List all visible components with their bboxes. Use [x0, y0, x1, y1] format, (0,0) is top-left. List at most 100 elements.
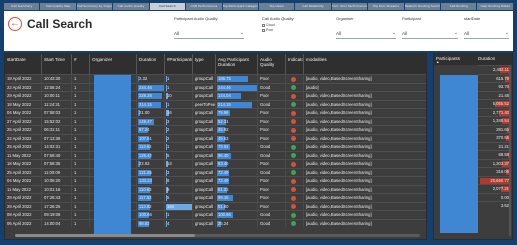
cell-start-time: 10:06:20 — [42, 177, 72, 185]
column-header-audio-quality[interactable]: Audio Quality — [258, 54, 286, 74]
participant-duration-row[interactable]: 5,055.52 — [478, 99, 511, 108]
tab-top-participant-categories[interactable]: Top Participant Categories — [222, 3, 258, 10]
table-row[interactable]: 27 April 2022 15:52:02 1 149.47 3 groupCall 52… — [5, 116, 426, 125]
column-header-startdate[interactable]: startDate — [5, 54, 42, 74]
horizontal-scrollbar[interactable] — [15, 234, 420, 237]
table-row[interactable]: 04 May 2022 10:06:20 1 133.23 8 groupCall 73.4… — [5, 176, 426, 185]
table-row[interactable]: 06 April 2022 14:00:04 1 98.83 4 groupCall 26.… — [5, 218, 426, 227]
tab-call-summary-by-organiser[interactable]: Call Summary by Organiser — [76, 3, 113, 10]
column-header-modalities[interactable]: modalities — [304, 54, 426, 74]
filter-participant[interactable]: Participant All ⌄ — [402, 16, 458, 42]
column-header-organizer[interactable]: Organizer — [90, 54, 137, 74]
table-row[interactable]: 25 April 2022 14:02:31 1 113.62 1 groupCall 79… — [5, 142, 426, 151]
filter-organiser[interactable]: Organiser All ⌄ — [336, 16, 396, 42]
cell-modalities: [audio, video,BasedScreenSharing] — [306, 93, 372, 98]
column-header-participants[interactable]: Participants ▲ — [434, 54, 476, 65]
table-row[interactable]: 19 April 2022 10:43:30 1 2.32 1 groupCall 186.… — [5, 74, 426, 83]
column-header-indicator[interactable]: Indicator — [286, 54, 304, 74]
cell-start-date: 04 May 2022 — [5, 177, 42, 185]
cell-start-date: 29 April 2022 — [5, 194, 42, 202]
cell-start-date: 06 April 2022 — [5, 219, 42, 227]
participant-duration-row[interactable]: 1,303.37 — [478, 158, 511, 168]
tab-call-reliability[interactable]: Call Reliability — [295, 3, 331, 10]
tab-top-users[interactable]: Top Users — [258, 3, 295, 10]
column-header-participants[interactable]: #Participants — [165, 54, 193, 74]
cell-avg-duration-value: 61.22 — [218, 186, 229, 192]
cell-type: groupCall — [193, 134, 216, 142]
filter-call-audio-quality[interactable]: Call Audio Quality Good Poor — [262, 16, 322, 42]
participant-duration-row[interactable]: 2,771.40 — [478, 107, 511, 117]
column-header-avg-participant-duration[interactable]: Avg Participant Duration — [216, 54, 258, 74]
cell-participants: 9 — [165, 185, 193, 193]
cell-participants-value: 10 — [167, 93, 172, 98]
cell-avg-duration: 73.49 — [216, 177, 258, 185]
table-row[interactable]: 11 May 2022 07:58:40 1 126.42 5 groupCall 86.4… — [5, 150, 426, 159]
chevron-down-icon[interactable]: ⌄ — [392, 30, 396, 36]
tab-network-routing-summary[interactable]: Network Routing Summary — [404, 3, 441, 10]
cell-start-date: 22 April 2022 — [5, 83, 42, 91]
tab-call-quality-map[interactable]: Call Quality Map — [40, 3, 76, 10]
table-row[interactable]: 29 April 2022 07:28:43 1 117.53 5 groupCall 99… — [5, 193, 426, 202]
cell-audio-quality: Poor — [258, 92, 286, 100]
tab-call-routing[interactable]: Call Routing — [441, 3, 477, 10]
column-header-[interactable]: # — [72, 54, 90, 74]
cell-start-date: 08 April 2022 — [5, 211, 42, 219]
column-header-duration[interactable]: Duration — [476, 54, 512, 65]
cell-start-date: 18 May 2022 — [5, 160, 42, 168]
table-row[interactable]: 29 April 2022 10:00:11 1 229.28 10 groupCall 1… — [5, 91, 426, 100]
participant-duration-row[interactable]: 1,348.54 — [478, 116, 511, 125]
participant-duration-row[interactable]: 615.79 — [478, 73, 511, 83]
filter-underline — [174, 38, 244, 39]
table-row[interactable]: 18 May 2022 11:24:31 1 214.15 1 peerToPeer 214… — [5, 99, 426, 108]
participant-duration-row[interactable]: 93.70 — [478, 82, 511, 91]
table-row[interactable]: 22 April 2022 12:56:24 1 244.46 1 groupCall 24… — [5, 82, 426, 91]
tab-call-summary[interactable]: Call Summary — [4, 3, 40, 10]
tab-call-audio-quality[interactable]: Call Audio Quality — [113, 3, 149, 10]
table-row[interactable]: 08 April 2022 09:19:06 1 100.66 1 groupCall 10… — [5, 210, 426, 219]
participant-duration-row[interactable]: 3.52 — [478, 201, 511, 210]
column-header-duration[interactable]: Duration — [137, 54, 165, 74]
participant-duration-row[interactable]: 2,492.11 — [478, 65, 511, 74]
table-row[interactable]: 25 April 2022 06:31:11 1 97.24 2 groupCall 45.… — [5, 125, 426, 134]
table-row[interactable]: 04 May 2022 07:58:03 1 21.00 16 groupCall 79.9… — [5, 108, 426, 117]
table-row[interactable]: 25 April 2022 11:00:09 1 121.55 3 groupCall 72… — [5, 167, 426, 176]
cell-start-time: 14:02:31 — [42, 143, 72, 151]
participant-duration-row[interactable]: 21.21 — [478, 141, 511, 151]
filter-underline — [464, 38, 509, 39]
tab-top-poor-streams[interactable]: Top Poor Streams — [368, 3, 404, 10]
participant-duration-row[interactable]: 370.56 — [478, 133, 511, 142]
participant-duration-row[interactable]: 68.58 — [478, 150, 511, 159]
participant-duration-row[interactable]: 0.00 — [478, 192, 511, 202]
table-row[interactable]: 11 May 2022 10:01:16 1 110.63 9 groupCall 61.2… — [5, 184, 426, 193]
participant-duration-row[interactable]: 2,077.21 — [478, 184, 511, 193]
cell-avg-duration-value: 72.49 — [218, 169, 229, 175]
participant-duration-row[interactable]: 316.06 — [478, 167, 511, 176]
table-row[interactable]: 18 May 2022 07:58:35 1 22.63 13 groupCall 63.4… — [5, 159, 426, 168]
table-row[interactable]: 22 April 2022 07:13:36 1 107.51 2 groupCall 49… — [5, 133, 426, 142]
tab-user-routing-detail[interactable]: User Routing Detail — [477, 3, 513, 10]
tab-call-poor-performance[interactable]: Call - Poor Performance — [331, 3, 368, 10]
cell-participants: 1 — [165, 75, 193, 83]
filter-participant-audio-quality[interactable]: Participant Audio Quality All ⌄ — [174, 16, 244, 42]
scrollbar-thumb[interactable] — [15, 234, 195, 237]
chevron-down-icon[interactable]: ⌄ — [454, 30, 458, 36]
filter-value: All — [336, 31, 342, 36]
participant-duration-row[interactable]: 21.48 — [478, 90, 511, 100]
participant-duration-row[interactable]: 20,660.77 — [478, 175, 511, 185]
cell-indicator — [286, 151, 304, 159]
tab-cqd-performance[interactable]: CQD Performance — [186, 3, 222, 10]
checkbox-poor[interactable]: Poor — [262, 28, 322, 33]
chevron-down-icon[interactable]: ⌄ — [505, 30, 509, 36]
participant-duration-row[interactable]: 281.65 — [478, 124, 511, 134]
filter-start-date[interactable]: startDate All ⌄ — [464, 16, 509, 42]
column-header-start-time[interactable]: Start Time — [42, 54, 72, 74]
tab-call-search[interactable]: Call Search — [149, 3, 186, 10]
back-arrow-icon[interactable]: ← — [8, 17, 22, 31]
column-header-type[interactable]: type — [193, 54, 216, 74]
cell-duration-value: 149.47 — [139, 118, 152, 124]
cell-duration: 117.53 — [137, 194, 165, 202]
table-row[interactable]: 29 April 2022 17:26:25 1 113.82 150 groupCall… — [5, 201, 426, 210]
cell-indicator — [286, 168, 304, 176]
chevron-down-icon[interactable]: ⌄ — [240, 30, 244, 36]
cell-avg-duration: 86.40 — [216, 151, 258, 159]
